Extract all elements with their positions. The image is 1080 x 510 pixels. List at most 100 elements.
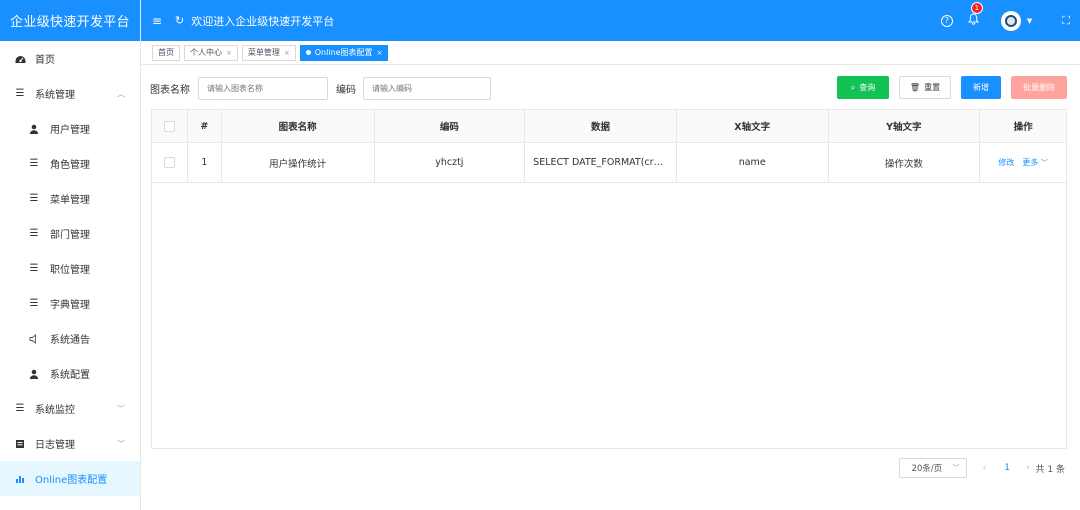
list-icon: ☰	[29, 228, 39, 239]
select-all-checkbox[interactable]	[163, 120, 175, 132]
sidebar-item-label: 字典管理	[50, 300, 90, 311]
list-icon: ☰	[15, 88, 25, 99]
sidebar-item-label: 系统监控	[35, 405, 75, 416]
code-input[interactable]	[363, 77, 491, 100]
sidebar-item-label: 系统管理	[35, 90, 75, 101]
avatar[interactable]	[1000, 10, 1021, 31]
query-button-label: 查询	[859, 83, 876, 92]
tag-personal-center[interactable]: 个人中心 ×	[184, 44, 238, 61]
chevron-down-icon: ﹀	[117, 404, 125, 413]
list-icon: ☰	[15, 403, 25, 414]
sidebar-item-label: 系统配置	[50, 370, 90, 381]
sidebar-item-label: Online图表配置	[35, 475, 108, 486]
reset-button[interactable]: 🗑 重置	[899, 76, 951, 99]
chart-name-input[interactable]	[198, 77, 328, 100]
column-header: 操作	[1013, 122, 1033, 133]
reset-button-label: 重置	[924, 83, 941, 92]
refresh-icon[interactable]: ↻	[175, 14, 184, 27]
page-size-value: 20条/页	[911, 464, 943, 474]
tag-home[interactable]: 首页	[152, 44, 180, 61]
app-logo-title: 企业级快速开发平台	[0, 0, 140, 41]
column-header: 编码	[375, 110, 526, 142]
row-data: SELECT DATE_FORMAT(cr…	[525, 143, 677, 182]
bell-icon	[967, 13, 980, 25]
chevron-down-icon: ﹀	[952, 464, 960, 472]
tag-menu-management[interactable]: 菜单管理 ×	[241, 44, 296, 61]
select-all-cell	[152, 110, 188, 142]
tag-label: Online图表配置	[314, 48, 373, 57]
notification-button[interactable]: 1	[967, 2, 983, 28]
sidebar-item-system-config[interactable]: 系统配置	[0, 356, 140, 391]
sidebar-item-department-management[interactable]: ☰ 部门管理	[0, 216, 140, 251]
row-x-text: name	[677, 143, 829, 182]
column-header: 图表名称	[222, 110, 375, 142]
page-size-select[interactable]: 20条/页 ﹀	[898, 458, 967, 478]
sidebar-item-position-management[interactable]: ☰ 职位管理	[0, 251, 140, 286]
sidebar-item-online-chart-config[interactable]: Online图表配置	[0, 461, 140, 496]
sidebar-item-dictionary-management[interactable]: ☰ 字典管理	[0, 286, 140, 321]
sidebar-item-label: 角色管理	[50, 160, 90, 171]
tag-online-chart-config[interactable]: Online图表配置 ×	[299, 44, 389, 61]
help-icon[interactable]: ?	[940, 14, 953, 27]
column-header: X轴文字	[677, 110, 829, 142]
list-icon: ☰	[29, 193, 39, 204]
sidebar-item-label: 首页	[35, 55, 55, 66]
toolbar: ⌕ 查询 🗑 重置 新增 批量删除	[827, 76, 1067, 99]
sidebar-item-system-management[interactable]: ☰ 系统管理 ︿	[0, 76, 140, 111]
sidebar-item-home[interactable]: 首页	[0, 41, 140, 76]
sidebar-item-menu-management[interactable]: ☰ 菜单管理	[0, 181, 140, 216]
total-count: 共 1 条	[1035, 464, 1065, 475]
chevron-down-icon: ﹀	[1040, 159, 1048, 167]
row-index: 1	[188, 143, 222, 182]
more-dropdown[interactable]: 更多 ﹀	[1022, 157, 1048, 168]
sidebar-item-log-management[interactable]: 日志管理 ﹀	[0, 426, 140, 461]
close-icon[interactable]: ×	[284, 49, 290, 57]
sidebar: 企业级快速开发平台 首页 ☰ 系统管理 ︿ 用户管理 ☰ 角色管理 ☰ 菜单管理…	[0, 0, 141, 510]
sidebar-item-label: 日志管理	[35, 440, 75, 451]
sidebar-item-role-management[interactable]: ☰ 角色管理	[0, 146, 140, 181]
delete-icon: 🗑	[909, 83, 921, 92]
sidebar-item-label: 用户管理	[50, 125, 90, 136]
speaker-icon	[28, 333, 40, 345]
sidebar-item-label: 菜单管理	[50, 195, 90, 206]
sidebar-item-label: 系统通告	[50, 335, 90, 346]
close-icon[interactable]: ×	[226, 49, 232, 57]
sidebar-item-user-management[interactable]: 用户管理	[0, 111, 140, 146]
welcome-text: 欢迎进入企业级快速开发平台	[191, 14, 335, 28]
user-icon	[28, 123, 40, 135]
list-icon: ☰	[29, 263, 39, 274]
active-dot-icon	[305, 50, 311, 55]
edit-link[interactable]: 修改	[998, 157, 1014, 168]
close-icon[interactable]: ×	[377, 49, 383, 57]
header-actions: ? 1 ▼ ⛶	[940, 0, 1080, 41]
chevron-down-icon: ﹀	[117, 439, 125, 448]
pagination: 20条/页 ﹀ ‹ 1 › 共 1 条	[898, 458, 1065, 478]
row-actions: 修改 更多 ﹀	[980, 143, 1066, 182]
sidebar-item-system-monitor[interactable]: ☰ 系统监控 ﹀	[0, 391, 140, 426]
current-page[interactable]: 1	[1004, 463, 1010, 473]
row-checkbox[interactable]	[163, 157, 175, 168]
user-icon	[28, 368, 40, 380]
add-button[interactable]: 新增	[961, 76, 1001, 99]
fullscreen-icon[interactable]: ⛶	[1062, 14, 1070, 28]
menu-toggle-icon[interactable]: ≡	[150, 14, 164, 28]
main-content: 图表名称 编码 ⌕ 查询 🗑 重置 新增 批量删除 # 图表名称 编码 数据 X…	[141, 65, 1080, 510]
column-header: 数据	[525, 110, 677, 142]
top-header: ≡ ↻ 欢迎进入企业级快速开发平台 ? 1 ▼ ⛶	[141, 0, 1080, 41]
table-row[interactable]: 1 用户操作统计 yhcztj SELECT DATE_FORMAT(cr… n…	[152, 143, 1066, 183]
table-header-row: # 图表名称 编码 数据 X轴文字 Y轴文字 操作	[152, 110, 1066, 143]
sidebar-item-label: 职位管理	[50, 265, 90, 276]
row-y-text: 操作次数	[829, 143, 981, 182]
batch-delete-button[interactable]: 批量删除	[1011, 76, 1067, 99]
query-button[interactable]: ⌕ 查询	[837, 76, 889, 99]
tag-label: 个人中心	[190, 48, 222, 57]
prev-page-icon[interactable]: ‹	[983, 463, 987, 473]
sidebar-item-system-notice[interactable]: 系统通告	[0, 321, 140, 356]
row-chart-name: 用户操作统计	[222, 143, 375, 182]
column-header: Y轴文字	[829, 110, 981, 142]
notification-badge: 1	[970, 2, 983, 14]
sidebar-item-label: 部门管理	[50, 230, 90, 241]
caret-down-icon[interactable]: ▼	[1027, 17, 1032, 25]
row-select-cell	[152, 143, 188, 182]
next-page-icon[interactable]: ›	[1026, 463, 1030, 473]
